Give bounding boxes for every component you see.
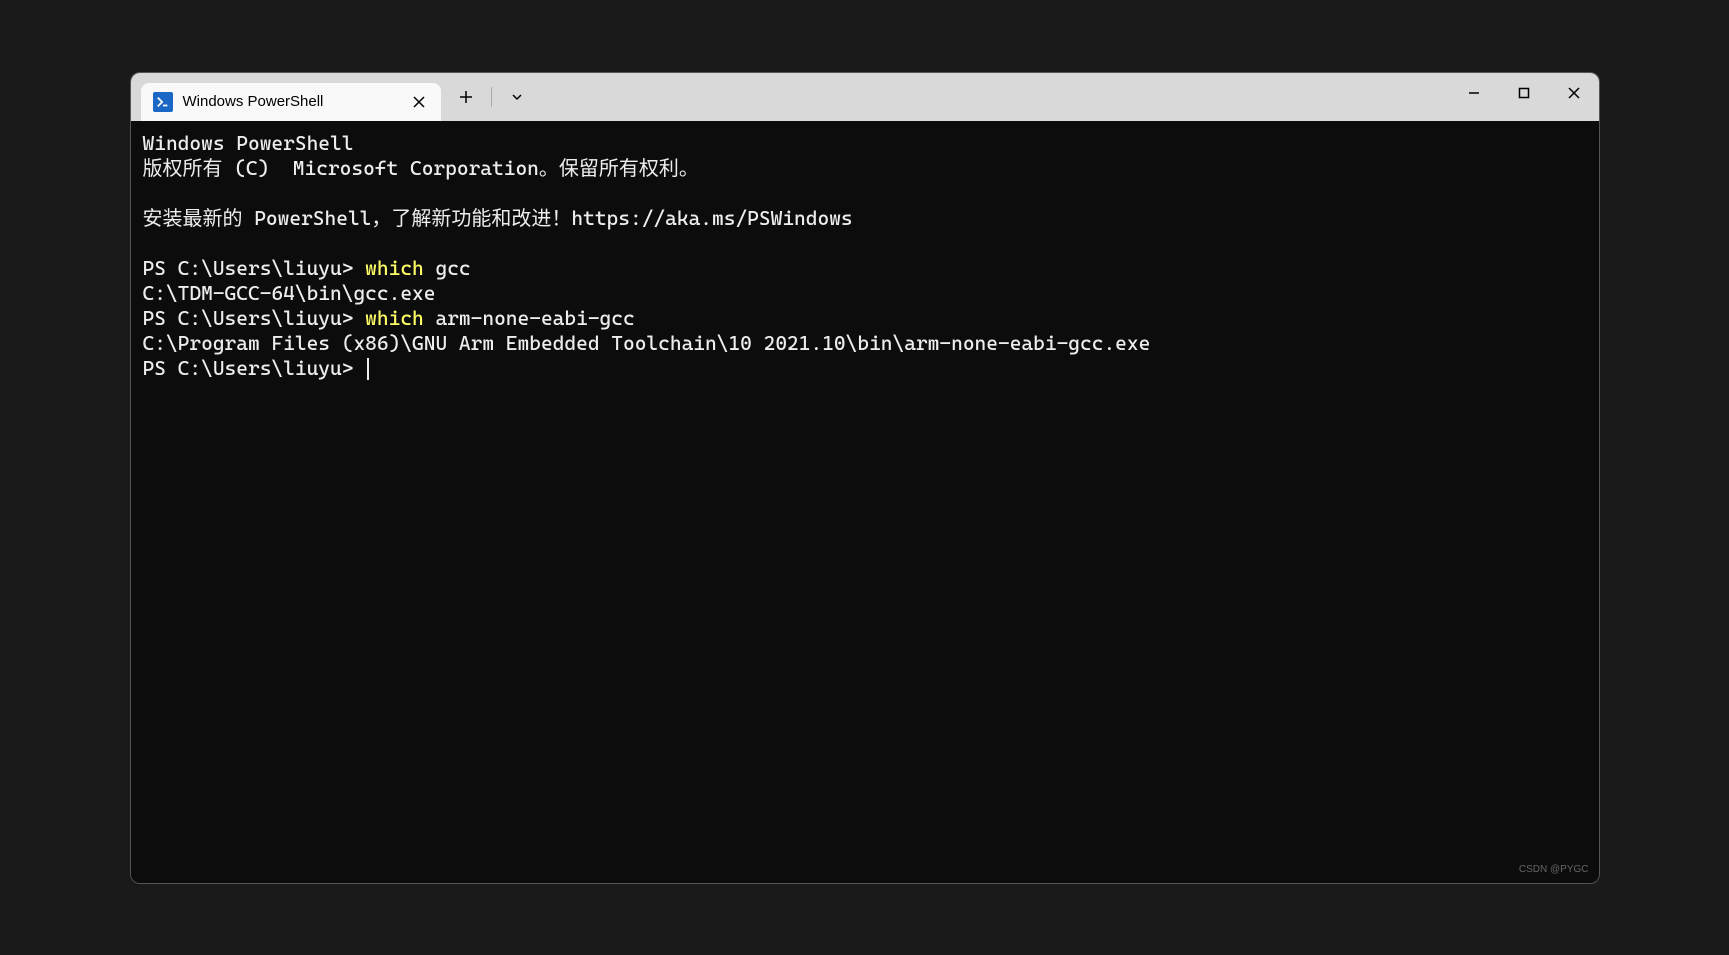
prompt-line: PS C:\Users\liuyu> [143,356,1587,381]
command-keyword: which [365,256,424,280]
command-line: PS C:\Users\liuyu> which gcc [143,256,1587,281]
new-tab-button[interactable] [449,81,483,113]
tab-dropdown-button[interactable] [500,81,534,113]
maximize-button[interactable] [1499,73,1549,113]
minimize-button[interactable] [1449,73,1499,113]
prompt: PS C:\Users\liuyu> [143,306,366,330]
terminal-output[interactable]: Windows PowerShell 版权所有 (C) Microsoft Co… [131,121,1599,883]
command-keyword: which [365,306,424,330]
watermark: CSDN @PYGC [1519,864,1589,877]
close-window-button[interactable] [1549,73,1599,113]
output-line: C:\TDM-GCC-64\bin\gcc.exe [143,281,1587,306]
copyright-line: 版权所有 (C) Microsoft Corporation。保留所有权利。 [143,156,1587,181]
titlebar-actions [441,73,534,121]
output-line: C:\Program Files (x86)\GNU Arm Embedded … [143,331,1587,356]
cursor [367,358,369,380]
prompt: PS C:\Users\liuyu> [143,356,366,380]
blank-line [143,231,1587,256]
blank-line [143,181,1587,206]
command-args: arm-none-eabi-gcc [424,306,635,330]
powershell-icon [153,92,173,112]
terminal-window: Windows PowerShell [130,72,1600,884]
install-line: 安装最新的 PowerShell，了解新功能和改进！https://aka.ms… [143,206,1587,231]
titlebar: Windows PowerShell [131,73,1599,121]
command-args: gcc [424,256,471,280]
tab-powershell[interactable]: Windows PowerShell [141,83,441,121]
window-controls [1449,73,1599,113]
header-line: Windows PowerShell [143,131,1587,156]
tab-close-button[interactable] [409,92,429,112]
prompt: PS C:\Users\liuyu> [143,256,366,280]
divider [491,87,492,107]
command-line: PS C:\Users\liuyu> which arm-none-eabi-g… [143,306,1587,331]
tab-title: Windows PowerShell [183,93,399,110]
